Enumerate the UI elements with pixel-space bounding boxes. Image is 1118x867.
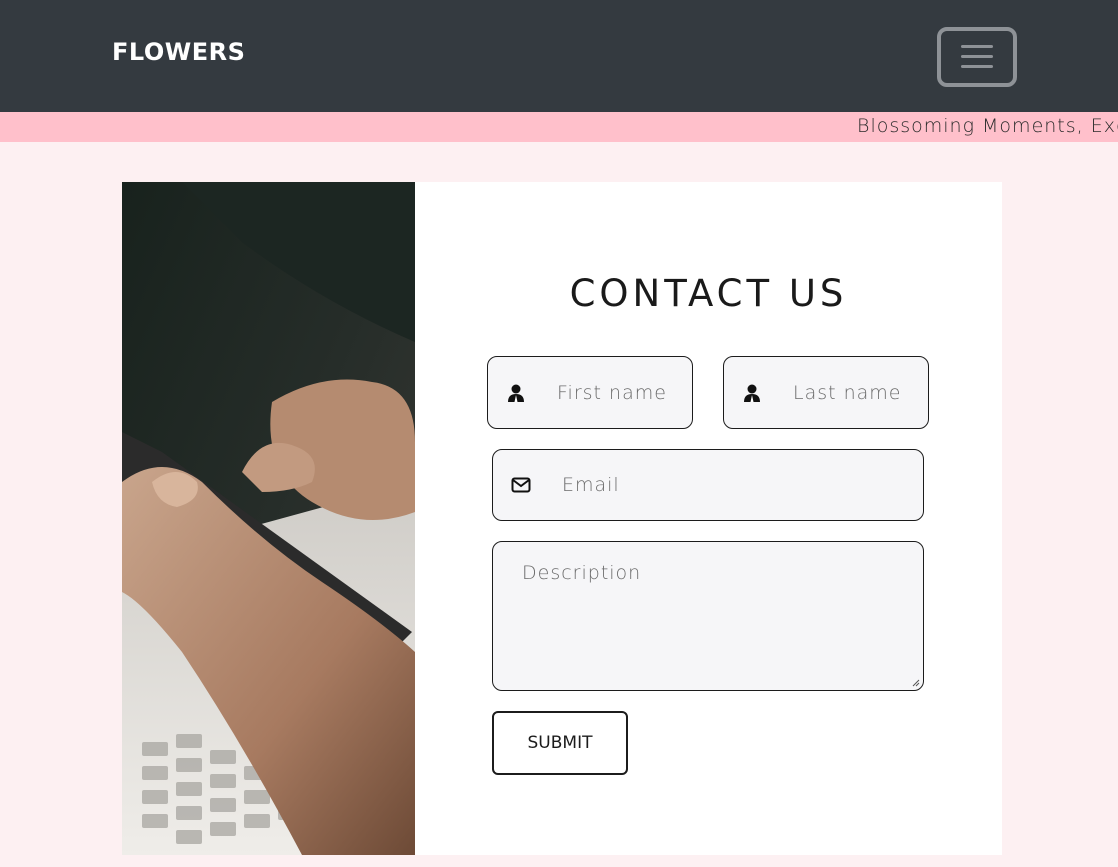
marquee-banner: Blossoming Moments, Exq [0, 112, 1118, 142]
last-name-input[interactable] [793, 379, 923, 407]
user-icon [508, 384, 524, 402]
first-name-field[interactable] [487, 356, 693, 429]
contact-title: CONTACT US [569, 272, 848, 315]
description-textarea[interactable] [522, 562, 912, 672]
resize-grip-icon[interactable] [910, 677, 920, 687]
hand-holding-phone-image [122, 182, 415, 855]
last-name-field[interactable] [723, 356, 929, 429]
first-name-input[interactable] [557, 379, 687, 407]
brand-logo-text[interactable]: FLOWERS [112, 38, 245, 66]
contact-photo [122, 182, 415, 855]
marquee-text: Blossoming Moments, Exq [857, 115, 1118, 137]
description-field[interactable] [492, 541, 924, 691]
contact-form-panel: CONTACT US SUBMIT [415, 182, 1002, 855]
email-input[interactable] [562, 471, 912, 499]
top-navbar: FLOWERS [0, 0, 1118, 112]
menu-toggle-button[interactable] [937, 27, 1017, 87]
email-field[interactable] [492, 449, 924, 521]
submit-button[interactable]: SUBMIT [492, 711, 628, 775]
envelope-icon [511, 477, 531, 493]
hamburger-menu-icon [961, 45, 993, 69]
user-icon [744, 384, 760, 402]
